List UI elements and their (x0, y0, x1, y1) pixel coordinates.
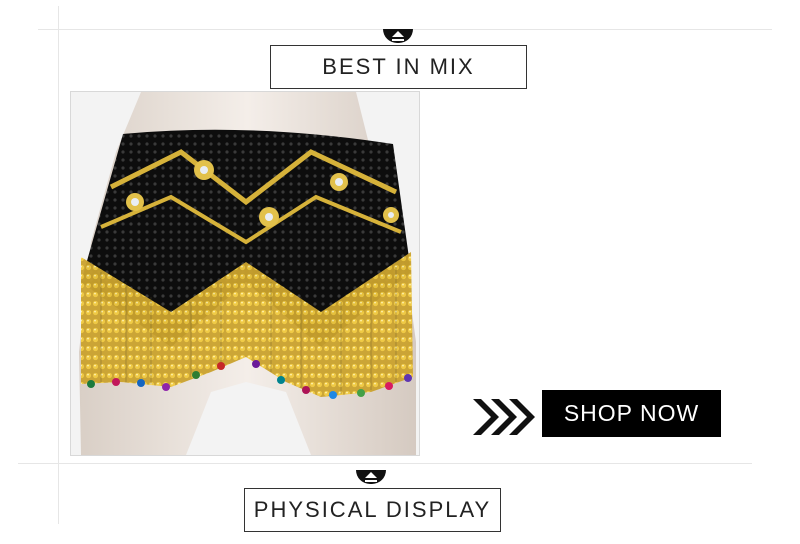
section-title-text: PHYSICAL DISPLAY (253, 497, 492, 522)
section-title-text: BEST IN MIX (322, 54, 475, 79)
eject-triangle-icon (392, 31, 404, 41)
eject-triangle-icon (365, 472, 377, 482)
shop-now-button[interactable]: SHOP NOW (542, 390, 721, 437)
bottom-section-badge (356, 470, 386, 484)
bottom-divider (18, 463, 752, 464)
product-image[interactable] (70, 91, 420, 456)
triple-chevron-right-icon (473, 397, 537, 442)
top-section-badge (383, 29, 413, 43)
left-vertical-rule (58, 6, 59, 524)
section-title-best-in-mix: BEST IN MIX (270, 45, 527, 89)
beaded-hip-scarf-illustration (79, 92, 416, 455)
shop-now-label: SHOP NOW (563, 400, 700, 426)
section-title-physical-display: PHYSICAL DISPLAY (244, 488, 501, 532)
